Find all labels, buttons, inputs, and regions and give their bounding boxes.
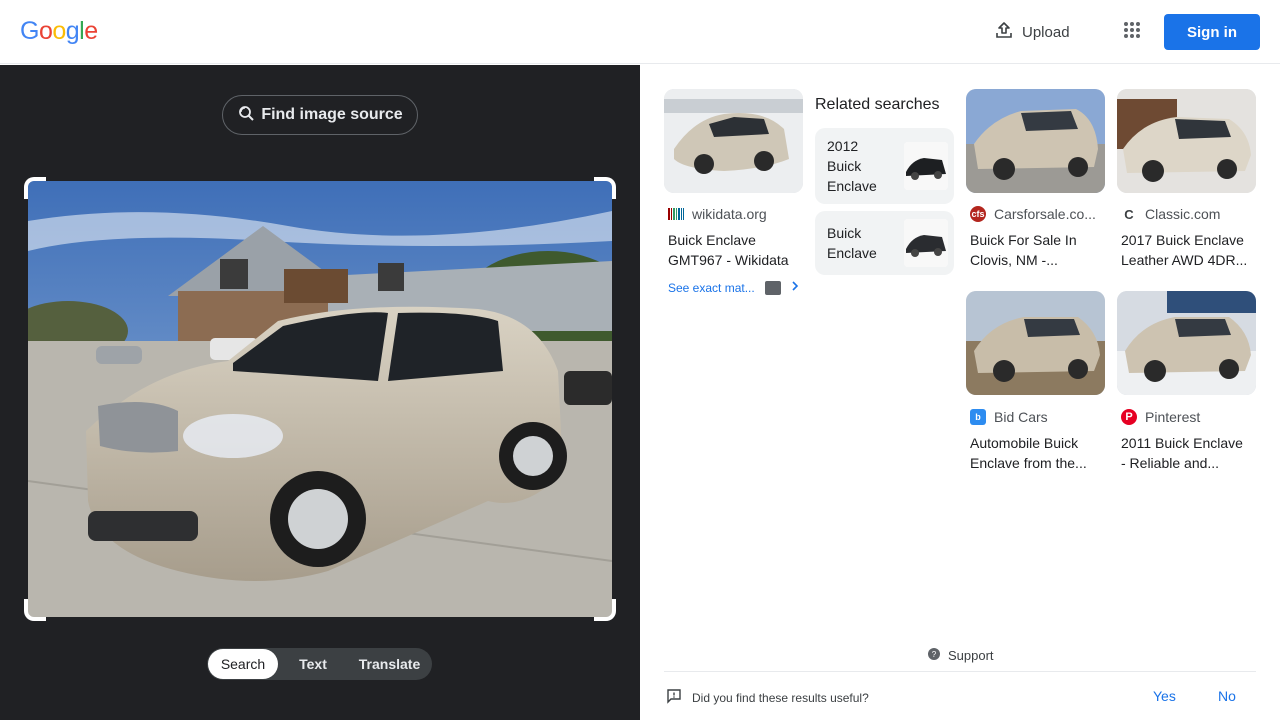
logo-letter: g [65,17,80,45]
lens-mode-tabs: Search Text Translate [207,648,432,680]
result-source-name: Carsforsale.co... [994,206,1096,222]
top-bar: Google Upload Sign in [0,0,1280,64]
result-title[interactable]: 2011 Buick Enclave - Reliable and... [1121,433,1261,473]
upload-icon [994,20,1014,44]
see-exact-matches-link[interactable]: See exact mat... [668,280,799,295]
bidcars-icon: b [970,409,986,425]
google-logo[interactable]: Google [20,17,98,46]
result-title[interactable]: Buick Enclave GMT967 - Wikidata [668,230,808,270]
result-title-line: GMT967 - Wikidata [668,252,789,268]
result-title[interactable]: 2017 Buick Enclave Leather AWD 4DR... [1121,230,1261,270]
result-source-name: Classic.com [1145,206,1221,222]
crop-handle-bottom-left[interactable] [24,599,46,621]
sign-in-button[interactable]: Sign in [1164,14,1260,50]
result-source-name: wikidata.org [692,206,767,222]
result-thumbnail[interactable] [966,89,1105,193]
result-source[interactable]: C Classic.com [1121,206,1220,222]
feedback-question-label: Did you find these results useful? [692,690,869,705]
result-title[interactable]: Automobile Buick Enclave from the... [970,433,1110,473]
svg-text:?: ? [932,650,937,659]
result-thumbnail[interactable] [966,291,1105,395]
logo-letter: e [84,17,98,45]
result-title-line: Buick For Sale In [970,232,1077,248]
result-title-line: 2011 Buick Enclave [1121,435,1243,451]
see-exact-label: See exact mat... [668,280,755,295]
result-title-line: Automobile Buick [970,435,1079,451]
google-apps-button[interactable] [1114,14,1150,50]
apps-grid-icon [1123,21,1141,44]
result-thumbnail[interactable] [1117,291,1256,395]
visual-matches-panel: wikidata.org Buick Enclave GMT967 - Wiki… [640,65,1280,720]
classic-icon: C [1121,206,1137,222]
result-title-line: Clovis, NM -... [970,252,1058,268]
result-title-line: Leather AWD 4DR... [1121,252,1248,268]
related-label-line: Buick [827,158,862,174]
upload-label: Upload [1022,23,1070,41]
result-source[interactable]: b Bid Cars [970,409,1048,425]
related-search-label: Buick Enclave [827,223,897,263]
related-search-label: 2012 Buick Enclave [827,136,897,196]
feedback-question: Did you find these results useful? [666,688,869,707]
related-search-thumbnail [904,219,948,267]
lens-search-icon [237,104,255,127]
crop-handle-bottom-right[interactable] [594,599,616,621]
find-image-source-label: Find image source [261,106,403,123]
image-crop-region[interactable] [24,177,616,621]
feedback-no-button[interactable]: No [1218,688,1236,704]
related-search-chip[interactable]: 2012 Buick Enclave [815,128,954,204]
feedback-bar: Did you find these results useful? Yes N… [664,671,1256,720]
query-image [28,181,612,617]
find-image-source-button[interactable]: Find image source [222,95,418,135]
related-search-chip[interactable]: Buick Enclave [815,211,954,275]
related-label-line: Enclave [827,178,877,194]
feedback-icon [666,688,682,707]
result-title-line: Enclave from the... [970,455,1087,471]
result-thumbnail[interactable] [1117,89,1256,193]
result-source[interactable]: cfs Carsforsale.co... [970,206,1096,222]
crop-handle-top-right[interactable] [594,177,616,199]
tab-text[interactable]: Text [278,649,348,679]
related-search-thumbnail [904,142,948,190]
related-label-line: Buick [827,225,862,241]
support-label: Support [948,648,994,663]
tab-search[interactable]: Search [208,649,278,679]
result-source[interactable]: wikidata.org [668,206,767,222]
result-source-name: Bid Cars [994,409,1048,425]
lens-image-panel: Find image source Search Text Translate [0,65,640,720]
result-thumbnail[interactable] [664,89,803,193]
result-title-line: - Reliable and... [1121,455,1220,471]
exact-match-thumbnail [764,280,781,295]
result-title-line: 2017 Buick Enclave [1121,232,1244,248]
chevron-right-icon [791,280,799,295]
tab-translate[interactable]: Translate [348,649,431,679]
upload-button[interactable]: Upload [986,14,1074,50]
logo-letter: o [52,17,66,45]
result-source-name: Pinterest [1145,409,1201,425]
crop-handle-top-left[interactable] [24,177,46,199]
result-title-line: Buick Enclave [668,232,756,248]
related-label-line: Enclave [827,245,877,261]
pinterest-icon: P [1121,409,1137,425]
related-searches-title: Related searches [815,96,940,113]
logo-letter: G [20,17,39,45]
wikidata-icon [668,206,684,222]
support-link[interactable]: ? Support [928,648,994,663]
feedback-yes-button[interactable]: Yes [1153,688,1176,704]
carsforsale-icon: cfs [970,206,986,222]
related-label-line: 2012 [827,138,859,154]
result-title[interactable]: Buick For Sale In Clovis, NM -... [970,230,1110,270]
logo-letter: o [38,17,53,45]
help-icon: ? [928,648,940,663]
result-source[interactable]: P Pinterest [1121,409,1200,425]
